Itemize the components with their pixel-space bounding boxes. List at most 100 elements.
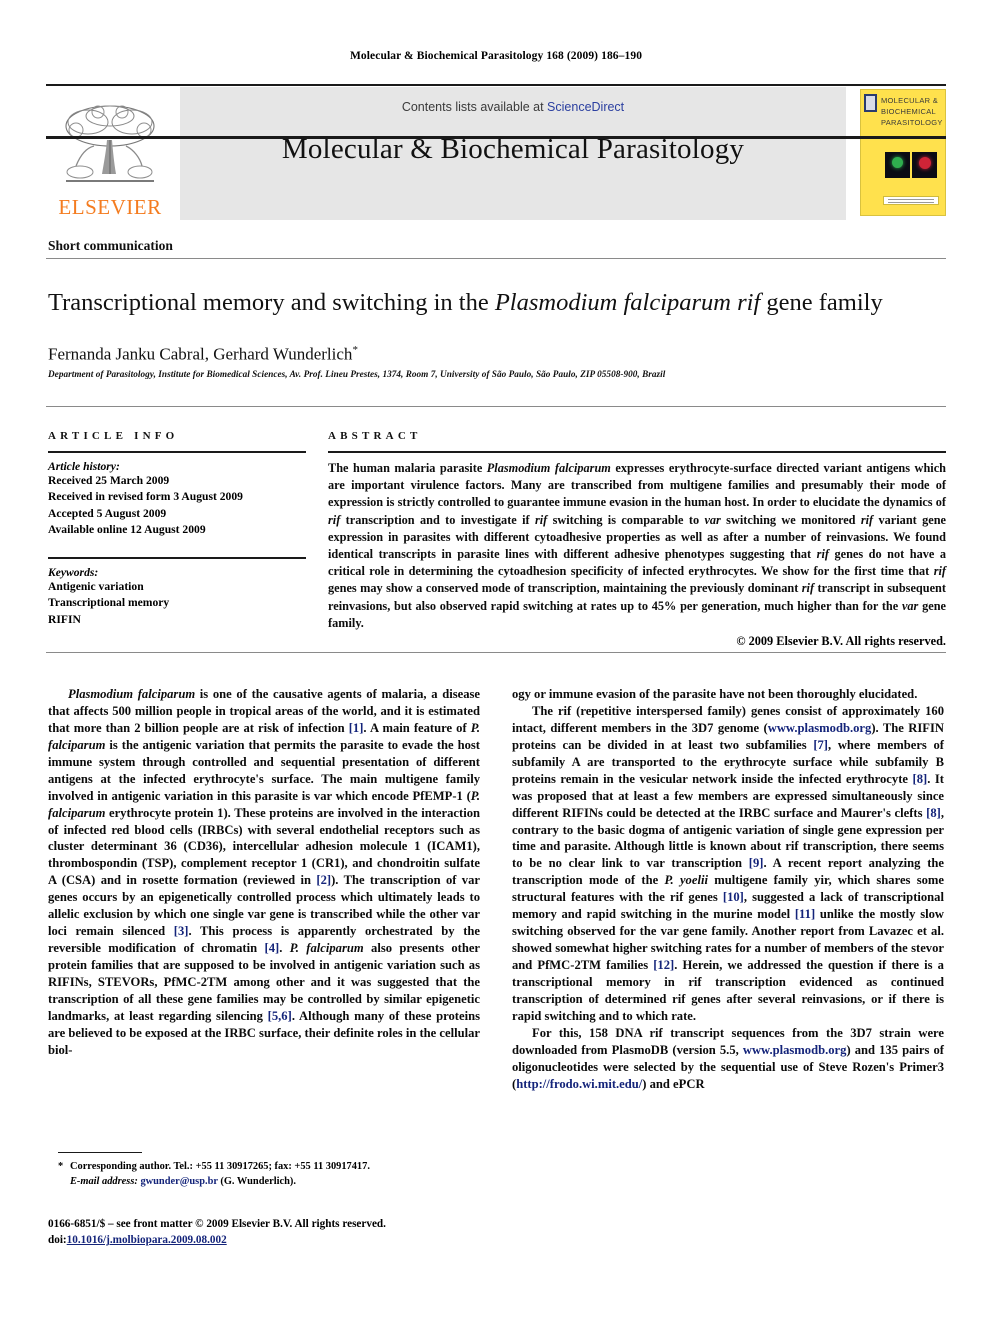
abs-italic: rif	[816, 547, 829, 562]
masthead-top-rule	[46, 84, 946, 86]
article-info-block: ARTICLE INFO Article history: Received 2…	[48, 430, 306, 628]
footnote-text: Corresponding author. Tel.: +55 11 30917…	[70, 1161, 370, 1172]
body-italic: P. yoelii	[664, 873, 708, 888]
citation-ref-10[interactable]: [10]	[723, 890, 744, 904]
doi-line: doi:10.1016/j.molbiopara.2009.08.002	[48, 1232, 518, 1248]
elsevier-tree-icon	[65, 105, 155, 182]
article-info-rule	[48, 451, 306, 453]
history-item: Received 25 March 2009	[48, 474, 170, 487]
abs-italic: rif	[328, 512, 341, 527]
citation-ref-1[interactable]: [1]	[349, 721, 364, 735]
keywords-list: Antigenic variation Transcriptional memo…	[48, 579, 306, 628]
contents-prefix: Contents lists available at	[401, 100, 548, 114]
abstract-heading: ABSTRACT	[328, 430, 422, 442]
body-columns: Plasmodium falciparum is one of the caus…	[48, 686, 946, 1186]
body-seg: . A main feature of	[363, 720, 471, 735]
keyword-item: Transcriptional memory	[48, 596, 170, 610]
title-italic-1: Plasmodium falciparum rif	[494, 289, 761, 317]
body-paragraph-continued: ogy or immune evasion of the parasite ha…	[512, 686, 944, 703]
journal-masthead: ELSEVIER Contents lists available at Sci…	[46, 84, 946, 220]
footer-issn-doi: 0166-6851/$ – see front matter © 2009 El…	[48, 1216, 518, 1248]
abs-italic: Plasmodium falciparum	[486, 461, 611, 475]
keyword-item: Antigenic variation	[48, 579, 144, 593]
corresponding-author-footnote: * Corresponding author. Tel.: +55 11 3091…	[58, 1160, 478, 1190]
abstract-rule	[328, 451, 946, 453]
article-history-label: Article history:	[48, 460, 120, 473]
abs-italic: var	[704, 512, 721, 527]
citation-ref-4[interactable]: [4]	[265, 941, 280, 955]
history-item: Available online 12 August 2009	[48, 523, 206, 537]
body-italic: P. falciparum	[289, 941, 364, 956]
article-type: Short communication	[48, 238, 173, 253]
page-title: Transcriptional memory and switching in …	[48, 288, 922, 318]
keywords-label: Keywords:	[48, 565, 99, 579]
paper-page: Molecular & Biochemical Parasitology 168…	[0, 0, 992, 1323]
doi-link[interactable]: 10.1016/j.molbiopara.2009.08.002	[67, 1234, 227, 1246]
cover-publisher-badge	[864, 94, 877, 112]
abs-seg: genes may show a conserved mode of trans…	[328, 581, 802, 596]
citation-ref-8b[interactable]: [8]	[926, 806, 941, 820]
issn-line: 0166-6851/$ – see front matter © 2009 El…	[48, 1218, 386, 1230]
affiliation: Department of Parasitology, Institute fo…	[48, 369, 666, 379]
divider-below-abstract	[46, 652, 946, 653]
body-seg: is the antigenic variation that permits …	[48, 737, 480, 803]
citation-ref-2[interactable]: [2]	[316, 873, 331, 887]
abs-seg: switching is comparable to	[547, 512, 705, 527]
body-seg: ) and ePCR	[642, 1076, 705, 1091]
cover-footer-box	[883, 196, 939, 205]
email-label: E-mail address:	[70, 1175, 138, 1187]
keywords-rule	[48, 556, 306, 559]
history-item: Accepted 5 August 2009	[48, 506, 167, 520]
body-italic: Plasmodium falciparum	[68, 687, 196, 701]
abstract-text: The human malaria parasite Plasmodium fa…	[328, 460, 946, 632]
abs-italic: rif	[534, 512, 548, 527]
footnote-marker: *	[58, 1161, 64, 1172]
citation-ref-5-6[interactable]: [5,6]	[268, 1009, 292, 1023]
body-column-right: ogy or immune evasion of the parasite ha…	[512, 686, 944, 1186]
citation-ref-8[interactable]: [8]	[913, 772, 928, 786]
abs-seg: switching we monitored	[720, 512, 861, 527]
title-part-2: gene family	[760, 289, 883, 317]
body-seg: ogy or immune evasion of the parasite ha…	[512, 687, 918, 701]
plasmodb-link-2[interactable]: www.plasmodb.org	[743, 1043, 847, 1057]
citation-ref-7[interactable]: [7]	[813, 738, 828, 752]
cover-title: MOLECULAR & BIOCHEMICAL PARASITOLOGY	[881, 96, 943, 127]
abstract-block: ABSTRACT The human malaria parasite Plas…	[328, 430, 946, 649]
article-history-list: Received 25 March 2009 Received in revis…	[48, 473, 306, 539]
elsevier-logo: ELSEVIER	[46, 87, 174, 220]
email-link[interactable]: gwunder@usp.br	[140, 1176, 217, 1187]
elsevier-wordmark: ELSEVIER	[58, 195, 162, 219]
abstract-copyright: © 2009 Elsevier B.V. All rights reserved…	[736, 634, 946, 649]
primer3-link[interactable]: http://frodo.wi.mit.edu/	[516, 1077, 642, 1091]
plasmodb-link[interactable]: www.plasmodb.org	[768, 721, 872, 735]
author-list: Fernanda Janku Cabral, Gerhard Wunderlic…	[48, 344, 932, 365]
body-paragraph: The rif (repetitive interspersed family)…	[512, 703, 944, 1025]
authors-names: Fernanda Janku Cabral, Gerhard Wunderlic…	[48, 344, 353, 364]
body-paragraph: Plasmodium falciparum is one of the caus…	[48, 686, 480, 1059]
citation-ref-11[interactable]: [11]	[795, 907, 815, 921]
body-seg: .	[279, 941, 290, 956]
doi-label: doi:	[48, 1234, 67, 1247]
citation-ref-12[interactable]: [12]	[653, 958, 674, 972]
abs-italic: rif	[801, 581, 815, 596]
divider-above-abstract	[46, 406, 946, 407]
citation-ref-3[interactable]: [3]	[174, 924, 189, 938]
abs-italic: rif	[860, 512, 874, 527]
keyword-item: RIFIN	[48, 612, 81, 626]
journal-cover-thumbnail: MOLECULAR & BIOCHEMICAL PARASITOLOGY	[860, 87, 946, 220]
sciencedirect-link[interactable]: ScienceDirect	[547, 100, 624, 114]
abs-italic: rif	[933, 564, 946, 579]
running-head: Molecular & Biochemical Parasitology 168…	[349, 50, 643, 62]
masthead-bottom-rule	[46, 136, 946, 139]
article-info-heading: ARTICLE INFO	[48, 430, 179, 442]
history-item: Received in revised form 3 August 2009	[48, 490, 243, 504]
body-column-left: Plasmodium falciparum is one of the caus…	[48, 686, 480, 1186]
citation-ref-9[interactable]: [9]	[749, 856, 764, 870]
footnote-rule	[58, 1152, 142, 1153]
email-suffix: (G. Wunderlich).	[217, 1175, 296, 1187]
abs-seg: transcription and to investigate if	[340, 512, 535, 527]
contents-available-line: Contents lists available at ScienceDirec…	[180, 100, 846, 114]
divider-under-article-type	[46, 258, 946, 259]
corresponding-author-marker: *	[352, 344, 358, 356]
journal-banner: Contents lists available at ScienceDirec…	[180, 87, 846, 220]
